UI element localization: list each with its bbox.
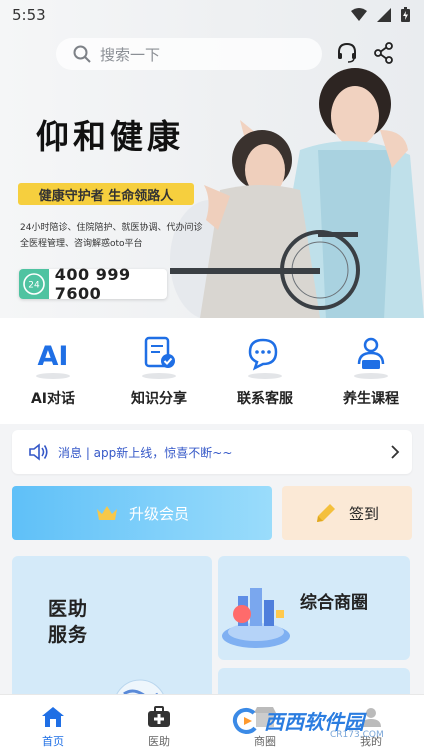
notice-bar[interactable]: 消息 | app新上线，惊喜不断~~: [12, 430, 412, 474]
tab-label: 首页: [42, 735, 64, 748]
hotline-box[interactable]: 24 400 999 7600: [19, 265, 167, 303]
headset-icon[interactable]: [336, 42, 358, 64]
tab-medical-assist[interactable]: 医助: [106, 695, 212, 755]
quick-label: 联系客服: [237, 391, 293, 407]
phone-badge-text: 24: [28, 281, 40, 291]
quick-label: 养生课程: [343, 391, 399, 407]
watermark-logo-icon: [232, 707, 257, 734]
quick-label: 知识分享: [131, 391, 187, 407]
quick-label: AI对话: [30, 391, 76, 407]
status-time: 5:53: [12, 6, 46, 24]
quick-knowledge-share[interactable]: 知识分享: [106, 318, 212, 424]
crown-icon: [96, 506, 117, 520]
business-circle-card[interactable]: 综合商圈: [218, 556, 410, 660]
battery-icon: [401, 7, 410, 22]
watermark-domain: CR173.COM: [330, 730, 384, 740]
brand-slogan: 健康守护者 生命领路人: [18, 183, 194, 205]
quick-contact-service[interactable]: 联系客服: [212, 318, 318, 424]
chat-bubbles-icon: [248, 338, 282, 379]
ai-icon: AI: [36, 341, 70, 379]
search-icon: [73, 45, 91, 63]
search-bar[interactable]: 搜索一下: [56, 38, 322, 70]
pencil-icon: [316, 504, 335, 522]
notice-text: 消息 | app新上线，惊喜不断~~: [58, 445, 233, 460]
business-circle-title: 综合商圈: [300, 593, 368, 613]
upgrade-member-label: 升级会员: [128, 504, 189, 523]
medical-assist-card[interactable]: 医助 服务: [12, 556, 212, 716]
brand-title: 仰和健康: [36, 117, 184, 156]
chevron-right-icon: [391, 445, 400, 459]
ai-icon-glyph: AI: [38, 341, 69, 372]
globe-illustration: [113, 679, 167, 716]
services-line-2: 全医程管理、咨询解惑oto平台: [20, 239, 143, 249]
tab-home[interactable]: 首页: [0, 695, 106, 755]
quick-actions: AI AI对话 知识分享 联系客服 养生课程: [0, 318, 424, 424]
sign-in-button[interactable]: 签到: [282, 486, 412, 540]
phone-24h-icon: 24: [19, 269, 49, 299]
hotline-number: 400 999 7600: [54, 265, 131, 303]
tab-label: 医助: [148, 735, 170, 748]
share-icon[interactable]: [374, 42, 394, 64]
signal-icon: [377, 7, 391, 22]
medical-kit-icon: [148, 706, 170, 727]
services-line-1: 24小时陪诊、住院陪护、就医协调、代办问诊: [20, 223, 203, 233]
upgrade-member-button[interactable]: 升级会员: [12, 486, 272, 540]
sign-in-label: 签到: [348, 504, 379, 523]
home-icon: [42, 707, 64, 727]
watermark: 西西软件园 CR173.COM: [232, 706, 384, 740]
hero-banner[interactable]: 5:53 搜索一下 仰和健康 健康守护者 生命领路人 24小时陪诊、住院陪护、就…: [0, 0, 424, 318]
tab-label: 商圈: [254, 735, 276, 748]
services-text: 24小时陪诊、住院陪护、就医协调、代办问诊 全医程管理、咨询解惑oto平台: [20, 220, 202, 252]
wifi-icon: [351, 7, 367, 21]
online-course-icon: [354, 337, 388, 379]
quick-ai-chat[interactable]: AI AI对话: [0, 318, 106, 424]
speaker-icon: [29, 443, 48, 461]
document-check-icon: [142, 336, 176, 379]
search-placeholder: 搜索一下: [100, 45, 161, 64]
status-bar: 5:53: [0, 0, 424, 30]
quick-wellness-course[interactable]: 养生课程: [318, 318, 424, 424]
